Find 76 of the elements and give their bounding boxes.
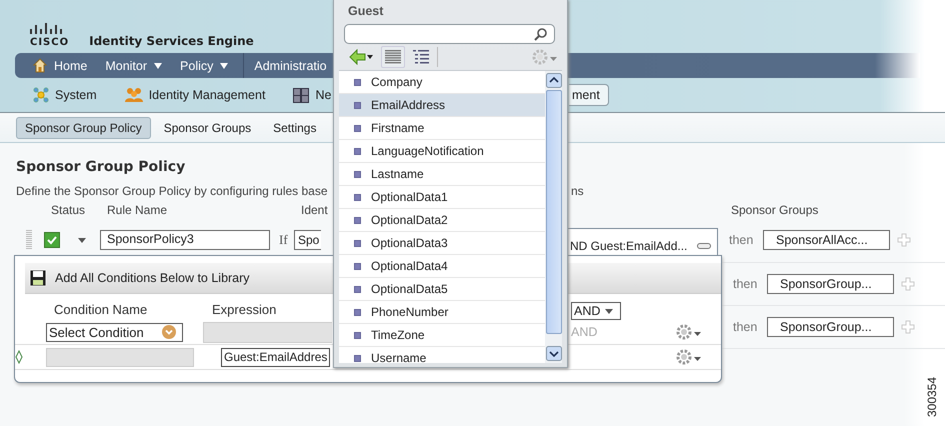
attribute-list-item[interactable]: OptionalData4 [339,255,545,278]
column-header: Expression [211,302,276,319]
tree-view-icon[interactable] [413,50,429,64]
attribute-list-item[interactable]: TimeZone [339,324,545,347]
attribute-list-item[interactable]: EmailAddress [339,94,545,117]
scroll-thumb[interactable] [546,90,562,334]
search-field[interactable] [344,24,555,44]
save-icon[interactable] [30,270,46,286]
attribute-list-item[interactable]: OptionalData1 [339,186,545,209]
nav-menu-item[interactable]: Policy [180,58,228,72]
logo-text: CISCO [30,37,70,48]
subnav-item[interactable]: Ne [293,88,332,102]
network-icon [33,87,49,103]
operator-text: AND [570,325,598,339]
figure-number: 300354 [925,376,940,418]
column-header: Sponsor Groups [731,203,818,218]
house-icon [33,58,47,73]
then-label: then [733,320,758,334]
gear-icon[interactable] [676,324,702,340]
column-header: Condition Name [53,302,148,319]
sponsor-group-field[interactable]: SponsorGroup... [767,274,894,294]
caret-icon [220,62,228,68]
then-label: then [729,233,754,247]
scrollbar[interactable] [545,71,562,363]
back-arrow-icon[interactable] [349,49,373,65]
identity-group-field[interactable]: Spo [294,230,321,250]
people-icon [124,87,143,103]
checkmark-icon [46,234,58,246]
attribute-list-item[interactable]: PhoneNumber [339,301,545,324]
operator-dropdown[interactable]: AND [571,302,621,320]
section-heading: Sponsor Group Policy [16,159,186,177]
column-header: Rule Name [107,203,168,218]
enabled-checkbox[interactable] [44,232,60,248]
subnav-tab[interactable]: ment [569,84,609,106]
description-text: Define the Sponsor Group Policy by configuring rules base [16,184,328,199]
column-header: Status [51,203,86,218]
condition-name-field[interactable] [46,348,194,366]
scroll-up-icon[interactable] [546,73,562,88]
tab[interactable]: Settings [264,116,326,138]
expression-input[interactable]: Guest:EmailAddres [221,348,330,366]
picker-title: Guest [347,4,384,20]
scroll-down-icon[interactable] [546,346,562,361]
if-label: If [279,232,289,248]
attribute-list-item[interactable]: OptionalData5 [339,278,545,301]
attribute-list-item[interactable]: OptionalData2 [339,209,545,232]
subnav-item[interactable]: Identity Management [124,87,266,103]
list-view-button[interactable] [381,46,405,68]
attribute-list-item[interactable]: LanguageNotification [339,140,545,163]
attribute-list-item[interactable]: OptionalData3 [339,232,545,255]
tab[interactable]: Sponsor Group Policy [16,116,151,138]
caret-icon [605,308,613,314]
gear-icon[interactable] [676,349,702,365]
sponsor-group-field[interactable]: SponsorGroup... [767,317,894,337]
search-icon [534,27,548,41]
app-title: Identity Services Engine [89,34,254,48]
tab[interactable]: Sponsor Groups [154,116,260,138]
expression-field[interactable] [203,322,332,342]
drag-handle-icon[interactable] [26,230,32,250]
sponsor-group-field[interactable]: SponsorAllAcc... [763,230,890,250]
then-label: then [733,277,758,291]
grid-icon [293,88,310,102]
subnav-item[interactable]: System [33,87,97,103]
nav-menu-item[interactable]: Monitor [105,58,162,72]
attribute-list-item[interactable]: Lastname [339,163,545,186]
chevron-down-icon [162,325,176,339]
caret-icon [154,62,162,68]
description-text: ns [571,184,584,199]
condition-dropdown[interactable]: Select Condition [46,322,183,342]
nav-menu-item[interactable]: Administratio [254,58,327,72]
minus-icon[interactable] [697,242,711,248]
rule-name-field[interactable]: SponsorPolicy3 [100,230,270,250]
attribute-list-item[interactable]: Firstname [339,117,545,140]
caret-icon[interactable] [78,238,86,242]
nav-menu-item[interactable]: Home [33,58,88,73]
column-header: Ident [301,203,329,218]
popup-title: Add All Conditions Below to Library [55,271,250,285]
